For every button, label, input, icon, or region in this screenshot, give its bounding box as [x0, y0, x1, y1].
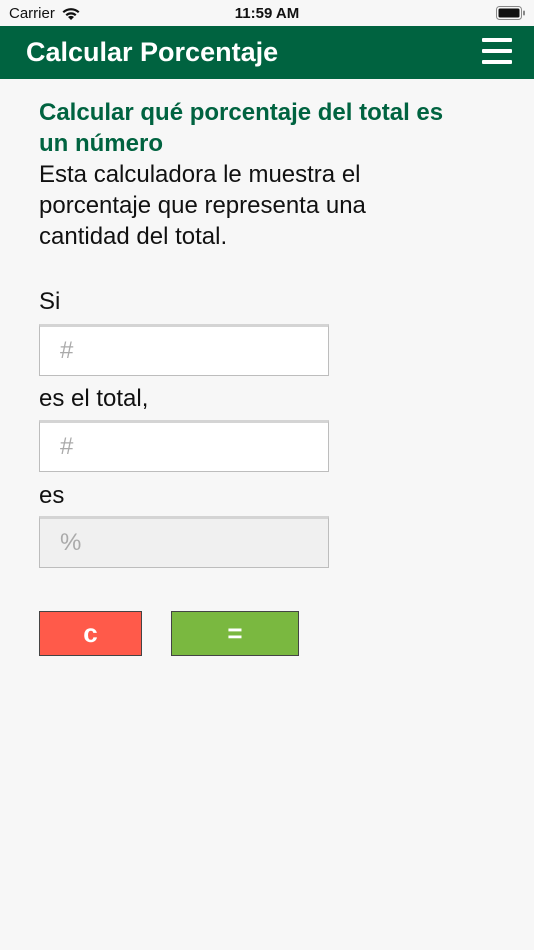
total-input[interactable]	[39, 420, 329, 472]
clear-button[interactable]: c	[39, 611, 142, 656]
label-es: es	[39, 482, 65, 509]
page-description: Esta calculadora le muestra el porcentaj…	[39, 161, 366, 250]
app-title: Calcular Porcentaje	[26, 37, 279, 67]
status-bar: Carrier 11:59 AM	[0, 0, 534, 26]
battery-icon	[496, 6, 525, 20]
percentage-result-field[interactable]	[39, 516, 329, 568]
label-si: Si	[39, 288, 61, 315]
label-total: es el total,	[39, 385, 149, 412]
hamburger-menu-icon[interactable]	[482, 38, 512, 64]
number-input[interactable]	[39, 324, 329, 376]
app-bar: Calcular Porcentaje	[0, 26, 534, 79]
equals-button[interactable]: =	[171, 611, 299, 656]
status-time: 11:59 AM	[234, 5, 300, 22]
page-heading: Calcular qué porcentaje del total es un …	[39, 99, 444, 157]
intro-section: Calcular qué porcentaje del total es un …	[39, 97, 499, 252]
